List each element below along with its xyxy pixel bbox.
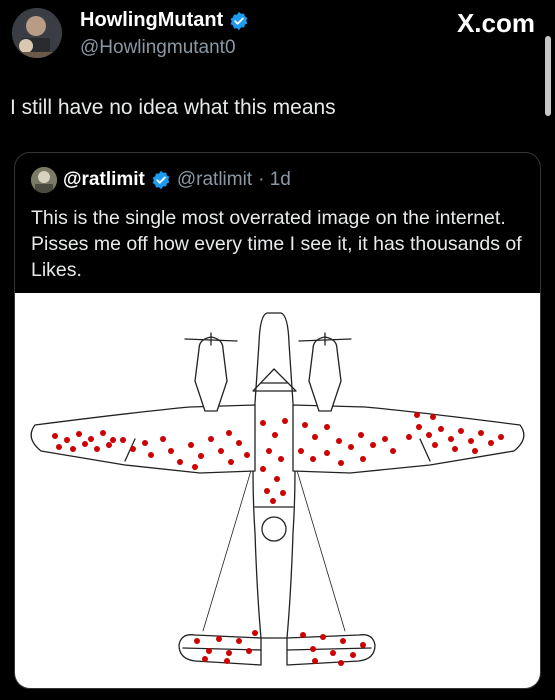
tweet-header: HowlingMutant @Howlingmutant0 X.com [0, 0, 555, 116]
quoted-tweet-header: @ratlimit @ratlimit · 1d [31, 167, 291, 193]
quoted-author-name[interactable]: @ratlimit [63, 169, 145, 191]
author-name-text: HowlingMutant [80, 9, 224, 31]
x-logo-icon: X.com [456, 8, 535, 38]
avatar-photo-icon [31, 167, 57, 193]
quoted-tweet[interactable]: @ratlimit @ratlimit · 1d This is the sin… [14, 152, 541, 689]
author-display-name[interactable]: HowlingMutant [80, 9, 249, 32]
verified-badge-icon [152, 170, 170, 190]
tweet-body-text: I still have no idea what this means [10, 96, 336, 119]
quoted-tweet-image[interactable] [15, 293, 540, 688]
airplane-bullet-holes-diagram-icon [30, 312, 525, 666]
scrollbar-thumb[interactable] [545, 36, 551, 116]
author-handle[interactable]: @Howlingmutant0 [80, 37, 236, 59]
quoted-tweet-text: This is the single most overrated image … [31, 207, 522, 281]
quoted-author-handle[interactable]: @ratlimit [177, 169, 252, 191]
quoted-tweet-time[interactable]: · 1d [258, 169, 291, 191]
verified-badge-icon [230, 11, 248, 30]
brand-watermark: X.com [457, 8, 535, 39]
avatar-photo-icon [12, 8, 62, 58]
author-avatar[interactable] [12, 8, 62, 58]
quoted-author-avatar[interactable] [31, 167, 57, 193]
